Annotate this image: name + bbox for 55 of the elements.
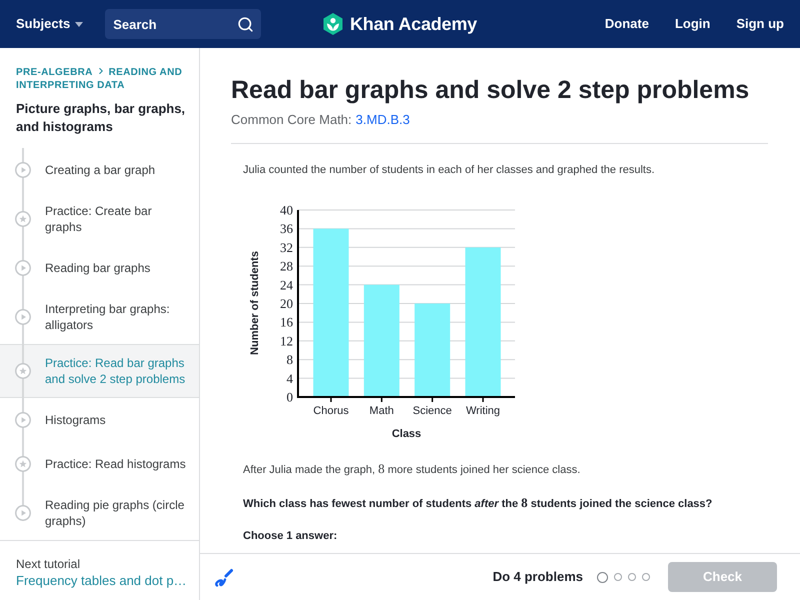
question-prompt: Which class has fewest number of students after the 8 students joined the science class? bbox=[243, 496, 714, 511]
y-tick-label: 32 bbox=[280, 240, 293, 255]
sidebar-item[interactable]: Reading bar graphs bbox=[0, 246, 199, 290]
nav-link[interactable]: Donate bbox=[604, 14, 649, 34]
site-logo[interactable]: Khan Academy bbox=[323, 10, 477, 38]
y-tick-label: 36 bbox=[280, 221, 293, 236]
sidebar-item[interactable]: Practice: Read bar graphs and solve 2 step problems bbox=[0, 344, 199, 398]
y-tick-label: 0 bbox=[286, 390, 293, 404]
scratchpad-icon[interactable] bbox=[214, 568, 233, 586]
sidebar-item[interactable]: Reading pie graphs (circle graphs) bbox=[0, 486, 199, 540]
goal-text: Do 4 problems bbox=[492, 568, 583, 586]
x-category-label: Science bbox=[412, 405, 452, 417]
x-category-label: Chorus bbox=[313, 405, 349, 417]
next-tutorial-link[interactable]: Frequency tables and dot p… bbox=[16, 572, 191, 590]
y-tick-label: 12 bbox=[280, 333, 293, 348]
standard-link[interactable]: 3.MD.B.3 bbox=[356, 111, 410, 129]
question-text: After Julia made the graph, 8 more students joined her science class. bbox=[243, 462, 582, 477]
sidebar-item[interactable]: Practice: Read histograms bbox=[0, 442, 199, 486]
star-circle-icon bbox=[15, 456, 31, 472]
sidebar-item[interactable]: Creating a bar graph bbox=[0, 148, 199, 192]
y-tick-label: 16 bbox=[280, 314, 293, 330]
sidebar-item[interactable]: Interpreting bar graphs: alligators bbox=[0, 290, 199, 344]
nav-link[interactable]: Login bbox=[674, 14, 710, 34]
question-text: Julia counted the number of students in each of her classes and graphed the results. bbox=[243, 163, 656, 177]
exercise-title: Read bar graphs and solve 2 step problems bbox=[231, 75, 750, 106]
x-category-label: Math bbox=[369, 405, 394, 417]
subjects-menu[interactable]: Subjects bbox=[16, 14, 84, 34]
x-axis-title: Class bbox=[392, 428, 422, 440]
y-axis-title: Number of students bbox=[249, 251, 261, 355]
sidebar-item[interactable]: Histograms bbox=[0, 398, 199, 442]
y-tick-label: 20 bbox=[280, 296, 293, 311]
answer-instruction: Choose 1 answer: bbox=[243, 529, 338, 543]
y-tick-label: 8 bbox=[286, 352, 293, 368]
y-tick-label: 24 bbox=[280, 277, 293, 292]
x-category-label: Writing bbox=[466, 405, 500, 417]
star-circle-icon bbox=[15, 363, 31, 379]
y-tick-label: 4 bbox=[286, 370, 293, 386]
play-circle-icon bbox=[15, 309, 31, 325]
y-tick-label: 28 bbox=[280, 258, 293, 274]
search-field[interactable]: Search bbox=[105, 9, 262, 39]
hexagon-leaf-icon bbox=[323, 13, 343, 35]
next-tutorial-label: Next tutorial bbox=[16, 556, 82, 572]
sidebar-item[interactable]: Practice: Create bar graphs bbox=[0, 192, 199, 246]
nav-link[interactable]: Sign up bbox=[736, 14, 784, 34]
breadcrumb[interactable]: PRE-ALGEBRA READING AND INTERPRETING DATA bbox=[16, 66, 191, 92]
star-circle-icon bbox=[15, 211, 31, 227]
y-tick-label: 40 bbox=[280, 202, 293, 218]
search-icon[interactable] bbox=[237, 16, 254, 32]
play-circle-icon bbox=[15, 162, 31, 178]
play-circle-icon bbox=[15, 505, 31, 521]
caret-icon bbox=[75, 22, 84, 26]
tutorial-title: Picture graphs, bar graphs, and histograms bbox=[16, 100, 186, 136]
play-circle-icon bbox=[15, 260, 31, 276]
standard-label: Common Core Math: bbox=[231, 111, 352, 129]
play-circle-icon bbox=[15, 412, 31, 428]
